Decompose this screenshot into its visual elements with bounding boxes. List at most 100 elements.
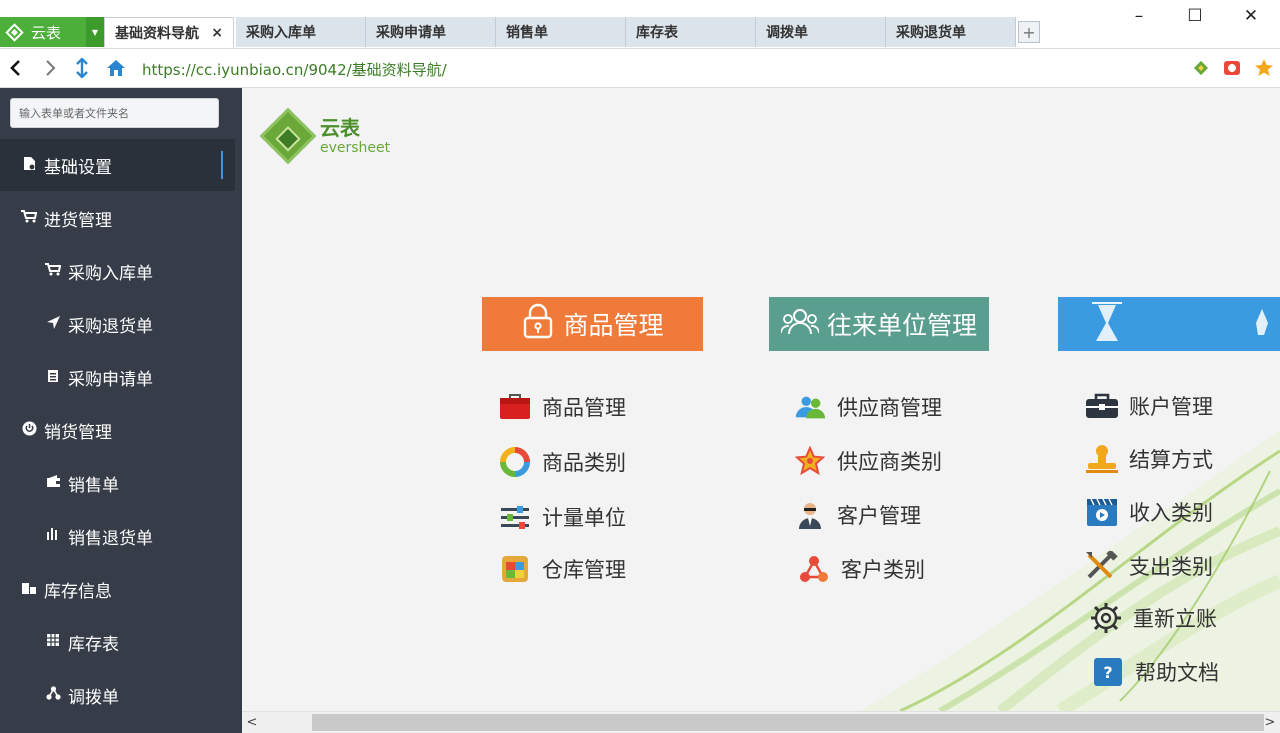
brand-en: eversheet xyxy=(320,140,391,156)
link-label: 供应商类别 xyxy=(837,450,942,474)
tab-采购申请单[interactable]: 采购申请单 xyxy=(366,17,496,47)
link-label: 商品类别 xyxy=(542,451,626,475)
sidebar-item-销售单[interactable]: 销售单 xyxy=(0,457,235,509)
link-计量单位[interactable]: 计量单位 xyxy=(498,500,626,534)
users-icon xyxy=(780,307,820,341)
link-供应商管理[interactable]: 供应商管理 xyxy=(793,390,942,424)
sidebar-item-销货管理[interactable]: 销货管理 xyxy=(0,404,235,456)
app-logo-icon xyxy=(5,22,24,42)
main-content: 云表 eversheet 商品管理 往来单位管理 商品管理 商品类别 计量单位 … xyxy=(242,88,1280,711)
link-重新立账[interactable]: 重新立账 xyxy=(1089,601,1217,635)
sidebar-item-label: 库存表 xyxy=(68,634,119,655)
power-icon xyxy=(20,421,38,440)
sidebar-item-采购申请单[interactable]: 采购申请单 xyxy=(0,351,235,403)
url-field[interactable]: https://cc.iyunbiao.cn/9042/基础资料导航/ xyxy=(142,59,447,80)
gear-icon xyxy=(1089,603,1123,633)
address-bar: https://cc.iyunbiao.cn/9042/基础资料导航/ xyxy=(0,48,1280,88)
sidebar-item-进货管理[interactable]: 进货管理 xyxy=(0,192,235,244)
link-label: 商品管理 xyxy=(542,396,626,420)
home-icon[interactable] xyxy=(106,57,126,79)
section-header-3[interactable] xyxy=(1058,297,1280,351)
tab-label: 采购退货单 xyxy=(896,25,966,41)
sidebar-item-库存信息[interactable]: 库存信息 xyxy=(0,563,235,615)
link-仓库管理[interactable]: 仓库管理 xyxy=(498,552,626,586)
link-供应商类别[interactable]: 供应商类别 xyxy=(793,444,942,478)
link-帮助文档[interactable]: ? 帮助文档 xyxy=(1091,655,1219,689)
sidebar-item-销售退货单[interactable]: 销售退货单 xyxy=(0,510,235,562)
horizontal-scrollbar[interactable]: < > xyxy=(242,711,1280,733)
tab-采购入库单[interactable]: 采购入库单 xyxy=(236,17,366,47)
scroll-left-button[interactable]: < xyxy=(244,714,260,730)
sidebar-item-label: 库存信息 xyxy=(44,581,112,602)
app-logo-icon[interactable] xyxy=(1191,58,1211,78)
minimize-button[interactable]: – xyxy=(1124,2,1154,30)
section-header-商品管理[interactable]: 商品管理 xyxy=(482,297,703,351)
extension-icon[interactable] xyxy=(1222,58,1242,78)
link-label: 收入类别 xyxy=(1129,501,1213,525)
forward-icon[interactable] xyxy=(40,57,60,79)
tab-label: 基础资料导航 xyxy=(115,25,199,42)
sidebar-item-调拨单[interactable]: 调拨单 xyxy=(0,669,235,721)
close-window-button[interactable]: ✕ xyxy=(1236,2,1266,30)
link-结算方式[interactable]: 结算方式 xyxy=(1085,442,1213,476)
tab-调拨单[interactable]: 调拨单 xyxy=(756,17,886,47)
sidebar-item-label: 采购申请单 xyxy=(68,369,153,390)
star-icon xyxy=(793,446,827,476)
star-icon[interactable] xyxy=(1254,58,1274,78)
refresh-icon[interactable] xyxy=(72,57,92,79)
person-icon xyxy=(793,500,827,530)
tab-库存表[interactable]: 库存表 xyxy=(626,17,756,47)
nodes-icon xyxy=(797,554,831,584)
cart-icon xyxy=(20,209,38,227)
close-icon[interactable]: × xyxy=(211,25,223,41)
grid-icon xyxy=(44,633,62,651)
wallet-icon xyxy=(44,474,62,492)
scroll-right-button[interactable]: > xyxy=(1262,714,1278,730)
bars-icon xyxy=(44,527,62,545)
clipboard-icon xyxy=(44,368,62,387)
briefcase-icon xyxy=(1085,391,1119,421)
sidebar-item-label: 销货管理 xyxy=(44,422,112,443)
app-menu-button[interactable]: 云表 ▼ xyxy=(0,17,104,47)
tab-销售单[interactable]: 销售单 xyxy=(496,17,626,47)
tab-label: 采购入库单 xyxy=(246,25,316,41)
document-icon xyxy=(20,156,38,175)
tab-label: 销售单 xyxy=(506,25,548,41)
scrollbar-thumb[interactable] xyxy=(312,714,1264,731)
tab-基础资料导航[interactable]: 基础资料导航 × xyxy=(104,17,234,47)
warehouse-icon xyxy=(498,554,532,584)
sidebar-item-label: 基础设置 xyxy=(44,157,112,178)
video-icon xyxy=(1085,497,1119,527)
cart-icon xyxy=(44,262,62,280)
tab-采购退货单[interactable]: 采购退货单 xyxy=(886,17,1016,47)
bag-icon xyxy=(498,392,532,422)
search-input[interactable] xyxy=(10,98,219,128)
tools-icon xyxy=(1085,551,1119,581)
sidebar-item-库存表[interactable]: 库存表 xyxy=(0,616,235,668)
section-header-art xyxy=(1092,302,1268,341)
sidebar-item-采购入库单[interactable]: 采购入库单 xyxy=(0,245,235,297)
link-支出类别[interactable]: 支出类别 xyxy=(1085,549,1213,583)
sidebar-item-label: 采购退货单 xyxy=(68,316,153,337)
brand-logo: 云表 eversheet xyxy=(259,107,404,170)
help-icon: ? xyxy=(1091,657,1125,687)
link-label: 计量单位 xyxy=(542,506,626,530)
section-header-往来单位管理[interactable]: 往来单位管理 xyxy=(769,297,989,351)
add-tab-button[interactable]: + xyxy=(1018,21,1040,43)
link-商品管理[interactable]: 商品管理 xyxy=(498,390,626,424)
brand-cn: 云表 xyxy=(320,116,360,140)
maximize-button[interactable]: ☐ xyxy=(1180,2,1210,30)
sidebar-item-采购退货单[interactable]: 采购退货单 xyxy=(0,298,235,350)
link-客户管理[interactable]: 客户管理 xyxy=(793,498,921,532)
sidebar-item-label: 销售单 xyxy=(68,475,119,496)
link-label: 帮助文档 xyxy=(1135,661,1219,685)
sidebar-item-基础设置[interactable]: 基础设置 xyxy=(0,139,235,191)
svg-text:?: ? xyxy=(1103,663,1112,682)
sliders-icon xyxy=(498,502,532,532)
back-icon[interactable] xyxy=(6,57,26,79)
chevron-down-icon[interactable]: ▼ xyxy=(86,17,104,47)
link-账户管理[interactable]: 账户管理 xyxy=(1085,389,1213,423)
link-客户类别[interactable]: 客户类别 xyxy=(797,552,925,586)
link-商品类别[interactable]: 商品类别 xyxy=(498,445,626,479)
link-收入类别[interactable]: 收入类别 xyxy=(1085,495,1213,529)
